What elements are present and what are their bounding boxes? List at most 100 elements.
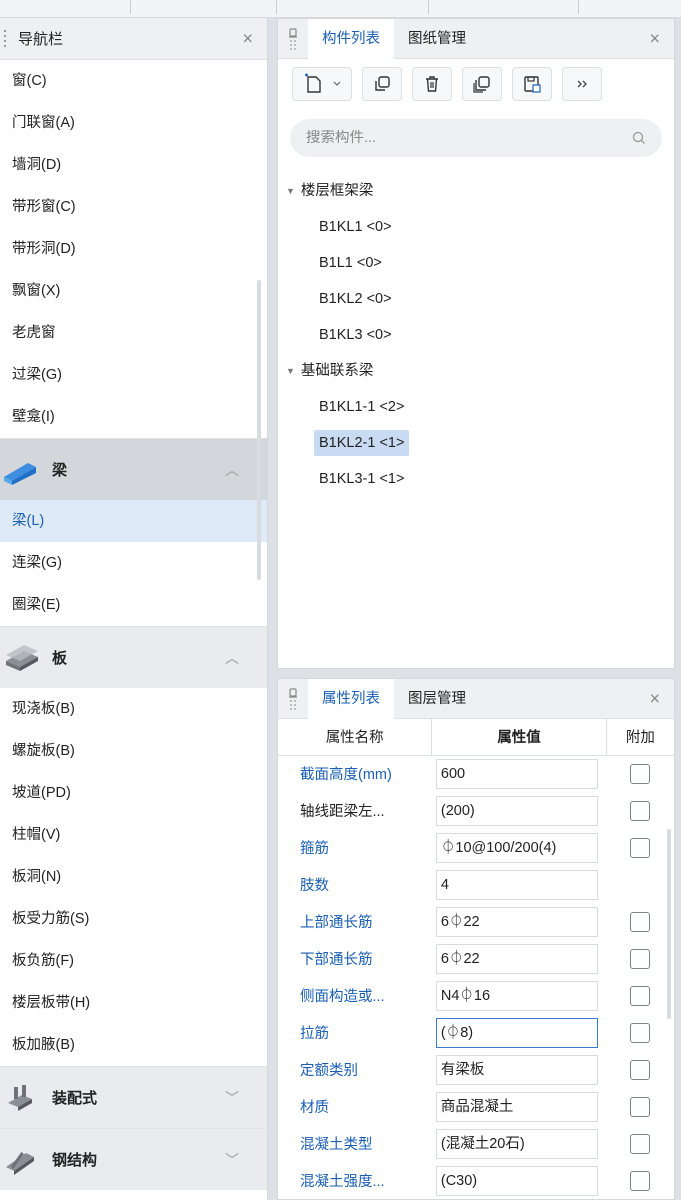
tab-property-list[interactable]: 属性列表	[308, 678, 394, 719]
nav-item[interactable]: 楼层板带(H)	[0, 982, 267, 1024]
property-row: 拉筋 (⏀8)	[278, 1014, 674, 1051]
tree-item[interactable]: B1KL2 <0>	[278, 281, 674, 317]
extra-checkbox[interactable]	[630, 1170, 651, 1191]
tree-group[interactable]: ▼ 基础联系梁	[278, 353, 674, 389]
extra-checkbox[interactable]	[630, 800, 651, 821]
copy-component-button[interactable]	[362, 67, 402, 101]
drag-grip-icon[interactable]	[0, 18, 10, 60]
pin-icon[interactable]	[278, 679, 308, 719]
property-value[interactable]: 商品混凝土	[435, 1091, 598, 1122]
property-scrollbar[interactable]	[667, 829, 671, 1019]
tab-drawing-management[interactable]: 图纸管理	[394, 19, 480, 59]
nav-scrollbar[interactable]	[257, 280, 261, 580]
save-template-button[interactable]	[512, 67, 552, 101]
nav-item[interactable]: 门联窗(A)	[0, 102, 267, 144]
category-prefab[interactable]: 装配式 ﹀	[0, 1066, 267, 1128]
property-value[interactable]: 4	[435, 869, 598, 900]
prefab-icon	[8, 1084, 32, 1111]
tree-item-label[interactable]: B1KL1-1 <2>	[314, 394, 409, 420]
tree-item[interactable]: B1KL3-1 <1>	[278, 461, 674, 497]
chevron-down-icon[interactable]: ﹀	[225, 1088, 239, 1108]
extra-checkbox[interactable]	[630, 985, 651, 1006]
property-value[interactable]: (混凝土20石)	[435, 1128, 598, 1159]
chevron-down-icon[interactable]: ﹀	[225, 1150, 239, 1170]
extra-checkbox[interactable]	[630, 763, 651, 784]
extra-checkbox[interactable]	[630, 1059, 651, 1080]
nav-item[interactable]: 墙洞(D)	[0, 144, 267, 186]
extra-checkbox[interactable]	[630, 948, 651, 969]
property-value[interactable]: 6⏀22	[435, 943, 598, 974]
delete-component-button[interactable]	[412, 67, 452, 101]
tree-item-selected[interactable]: B1KL2-1 <1>	[278, 425, 674, 461]
nav-item[interactable]: 窗(C)	[0, 60, 267, 102]
extra-checkbox[interactable]	[630, 1096, 651, 1117]
toolbar-separator	[276, 0, 277, 14]
tab-layer-management[interactable]: 图层管理	[394, 679, 480, 719]
tree-item[interactable]: B1KL1 <0>	[278, 209, 674, 245]
nav-item[interactable]: 螺旋板(B)	[0, 730, 267, 772]
property-value[interactable]: N4⏀16	[435, 980, 598, 1011]
property-value[interactable]: 600	[435, 758, 598, 789]
property-value[interactable]: (200)	[435, 795, 598, 826]
nav-item[interactable]: 板洞(N)	[0, 856, 267, 898]
collapse-triangle-icon[interactable]: ▼	[286, 173, 295, 209]
nav-item[interactable]: 现浇板(B)	[0, 688, 267, 730]
property-value-editing[interactable]: (⏀8)	[435, 1017, 598, 1048]
tree-item[interactable]: B1L1 <0>	[278, 245, 674, 281]
nav-item[interactable]: 圈梁(E)	[0, 584, 267, 626]
nav-item[interactable]: 带形洞(D)	[0, 228, 267, 270]
tree-item-label[interactable]: B1KL2 <0>	[314, 286, 397, 312]
layer-copy-button[interactable]	[462, 67, 502, 101]
tree-item-label[interactable]: B1KL3-1 <1>	[314, 466, 409, 492]
nav-item[interactable]: 壁龛(I)	[0, 396, 267, 438]
new-component-button[interactable]	[292, 67, 352, 101]
tree-item-label[interactable]: B1KL3 <0>	[314, 322, 397, 348]
category-slab[interactable]: 板 ︿	[0, 626, 267, 688]
nav-item[interactable]: 坡道(PD)	[0, 772, 267, 814]
property-value[interactable]: (C30)	[435, 1165, 598, 1196]
extra-checkbox[interactable]	[630, 837, 651, 858]
nav-item[interactable]: 飘窗(X)	[0, 270, 267, 312]
tree-group-label: 楼层框架梁	[300, 183, 374, 199]
close-icon[interactable]: ×	[649, 688, 660, 709]
nav-item[interactable]: 过梁(G)	[0, 354, 267, 396]
column-header-value[interactable]: 属性值	[431, 719, 607, 756]
nav-item[interactable]: 柱帽(V)	[0, 814, 267, 856]
navigation-header: 导航栏 ×	[0, 18, 267, 60]
tree-item-label[interactable]: B1L1 <0>	[314, 250, 387, 276]
pin-icon[interactable]	[278, 19, 308, 59]
nav-item-beam-l[interactable]: 梁(L)	[0, 500, 267, 542]
nav-item[interactable]: 板负筋(F)	[0, 940, 267, 982]
tree-item-label[interactable]: B1KL2-1 <1>	[314, 430, 410, 456]
property-value[interactable]: 有梁板	[435, 1054, 598, 1085]
nav-item[interactable]: 板受力筋(S)	[0, 898, 267, 940]
chevron-up-icon[interactable]: ︿	[225, 648, 239, 668]
collapse-triangle-icon[interactable]: ▼	[286, 353, 295, 389]
tree-item[interactable]: B1KL3 <0>	[278, 317, 674, 353]
nav-item[interactable]: 带形窗(C)	[0, 186, 267, 228]
search-icon[interactable]	[632, 131, 646, 145]
chevron-up-icon[interactable]: ︿	[225, 460, 239, 480]
column-header-extra[interactable]: 附加	[605, 719, 674, 756]
nav-item[interactable]: 老虎窗	[0, 312, 267, 354]
extra-checkbox[interactable]	[630, 911, 651, 932]
category-steel[interactable]: 钢结构 ﹀	[0, 1128, 267, 1190]
property-value[interactable]: ⏀10@100/200(4)	[435, 832, 598, 863]
close-icon[interactable]: ×	[242, 28, 253, 49]
nav-item[interactable]: 板加腋(B)	[0, 1024, 267, 1066]
extra-checkbox[interactable]	[630, 1022, 651, 1043]
search-input[interactable]	[306, 130, 632, 146]
close-icon[interactable]: ×	[649, 28, 660, 49]
toolbar-separator	[578, 0, 579, 14]
nav-item[interactable]: 连梁(G)	[0, 542, 267, 584]
tree-item[interactable]: B1KL1-1 <2>	[278, 389, 674, 425]
property-row: 混凝土类型 (混凝土20石)	[278, 1125, 674, 1162]
category-beam[interactable]: 梁 ︿	[0, 438, 267, 500]
column-header-name[interactable]: 属性名称	[278, 719, 432, 756]
more-tools-button[interactable]	[562, 67, 602, 101]
extra-checkbox[interactable]	[630, 1133, 651, 1154]
tab-component-list[interactable]: 构件列表	[308, 18, 394, 59]
tree-group[interactable]: ▼ 楼层框架梁	[278, 173, 674, 209]
tree-item-label[interactable]: B1KL1 <0>	[314, 214, 397, 240]
property-value[interactable]: 6⏀22	[435, 906, 598, 937]
